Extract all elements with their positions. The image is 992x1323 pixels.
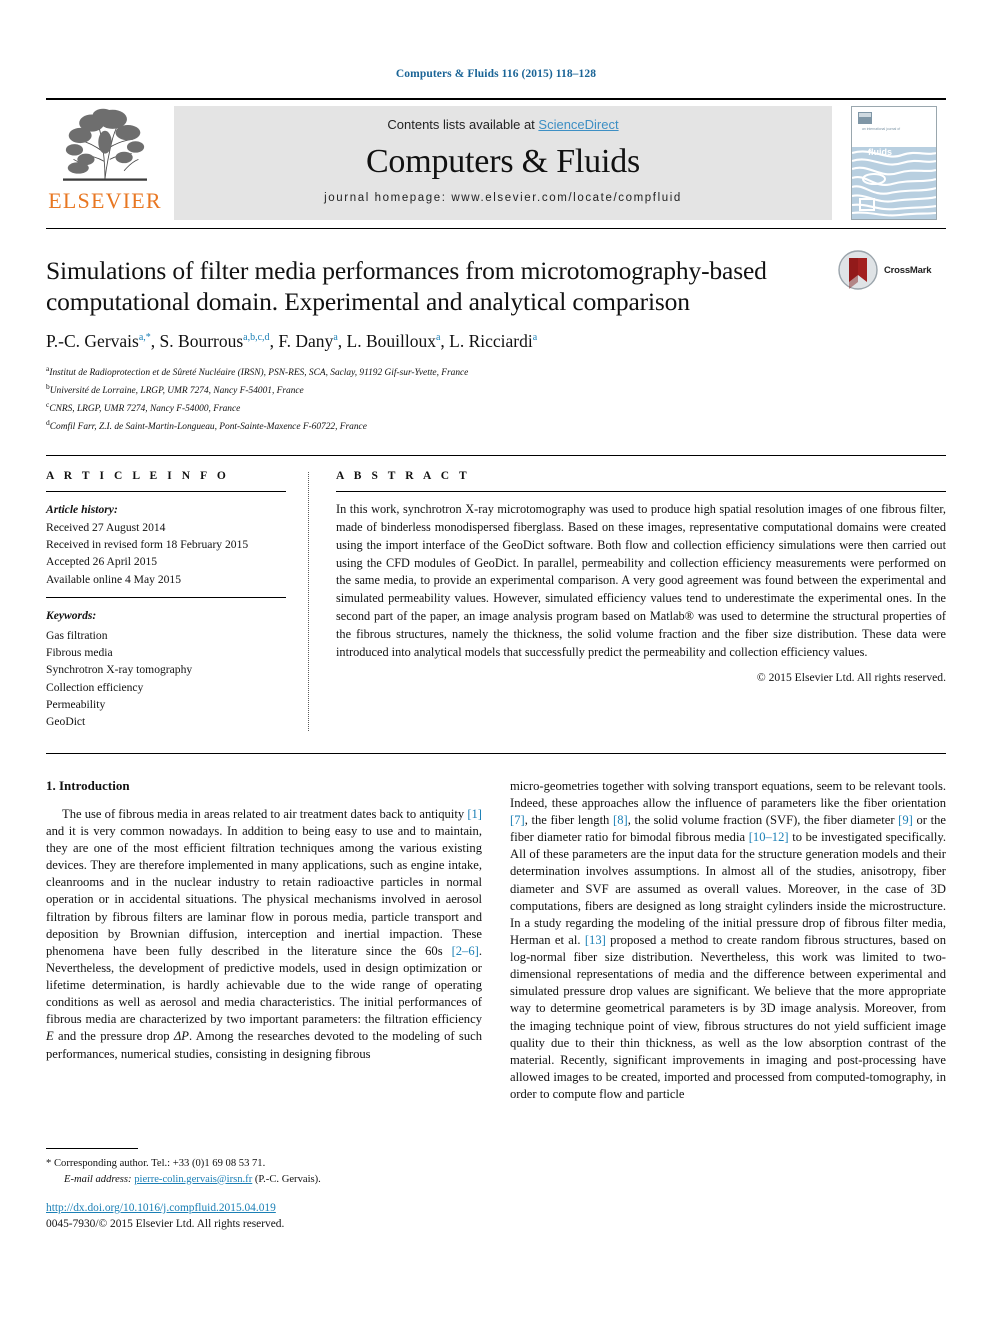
- elsevier-tree-icon: [63, 108, 147, 181]
- affiliation-text: Institut de Radioprotection et de Sûreté…: [49, 368, 469, 379]
- email-note: E-mail address: pierre-colin.gervais@irs…: [46, 1172, 482, 1187]
- crossmark-label: CrossMark: [884, 264, 932, 276]
- intro-paragraph-left: The use of fibrous media in areas relate…: [46, 806, 482, 1061]
- email-label: E-mail address:: [64, 1173, 132, 1185]
- email-owner: (P.-C. Gervais).: [254, 1173, 321, 1185]
- article-history-item: Accepted 26 April 2015: [46, 555, 158, 569]
- section-heading-introduction: 1. Introduction: [46, 777, 130, 793]
- running-head: Computers & Fluids 116 (2015) 118–128: [395, 68, 597, 80]
- affiliation-item: bUniversité de Lorraine, LRGP, UMR 7274,…: [46, 381, 946, 399]
- body-column-left: 1. Introduction The use of fibrous media…: [46, 778, 482, 1233]
- citation-ref[interactable]: [1]: [467, 807, 482, 821]
- journal-cover-image: an international journal of computers & …: [851, 106, 937, 220]
- keywords-list: Gas filtration Fibrous media Synchrotron X…: [46, 627, 286, 731]
- body-columns: 1. Introduction The use of fibrous media…: [46, 754, 946, 1233]
- article-info-heading: A R T I C L E I N F O: [46, 470, 230, 483]
- footnote-rule: [46, 1148, 138, 1150]
- keywords-label: Keywords:: [46, 609, 97, 623]
- author-name: P.-C. Gervais: [46, 331, 139, 352]
- author-name: S. Bourrous: [159, 331, 244, 352]
- affiliation-item: cCNRS, LRGP, UMR 7274, Nancy F-54000, Fr…: [46, 399, 946, 417]
- abstract-column: A B S T R A C T In this work, synchrotro…: [310, 470, 946, 731]
- crossmark-icon: [838, 250, 878, 290]
- email-link[interactable]: pierre-colin.gervais@irsn.fr: [134, 1174, 252, 1185]
- svg-text:&: &: [862, 142, 867, 149]
- author-affiliation-mark: a: [532, 332, 538, 344]
- footnote-block: * Corresponding author. Tel.: +33 (0)1 6…: [46, 1148, 482, 1233]
- author-affiliation-mark: a: [435, 332, 441, 344]
- keyword-item: Fibrous media: [46, 645, 113, 659]
- symbol-E: E: [46, 1029, 54, 1044]
- author-affiliation-mark: a,b,c,d: [243, 332, 270, 344]
- corresponding-author-note: * Corresponding author. Tel.: +33 (0)1 6…: [46, 1156, 482, 1171]
- svg-text:computers: computers: [862, 131, 908, 141]
- keyword-item: Collection efficiency: [46, 680, 144, 694]
- keyword-item: Gas filtration: [46, 628, 108, 642]
- abstract-heading: A B S T R A C T: [336, 470, 471, 483]
- page-title: Simulations of filter media performances…: [46, 256, 767, 317]
- sciencedirect-band: Contents lists available at ScienceDirec…: [174, 106, 832, 220]
- article-info-rule: [46, 491, 286, 493]
- citation-ref[interactable]: [7]: [510, 813, 525, 827]
- article-history-item: Received 27 August 2014: [46, 520, 166, 534]
- elsevier-logo: ELSEVIER: [46, 100, 164, 226]
- cover-artwork-icon: an international journal of computers & …: [852, 107, 936, 219]
- affiliation-list: aInstitut de Radioprotection et de Sûret…: [46, 363, 946, 435]
- keyword-item: GeoDict: [46, 715, 86, 729]
- author-name: L. Bouilloux: [346, 331, 436, 352]
- doi-link[interactable]: http://dx.doi.org/10.1016/j.compfluid.20…: [46, 1201, 482, 1217]
- citation-ref[interactable]: [13]: [585, 933, 606, 947]
- article-history-item: Received in revised form 18 February 201…: [46, 537, 249, 551]
- contents-available-line: Contents lists available at ScienceDirec…: [387, 117, 618, 132]
- intro-paragraph-right: micro-geometries together with solving t…: [510, 778, 946, 1102]
- title-block: CrossMark Simulations of filter media pe…: [46, 229, 946, 435]
- affiliation-item: aInstitut de Radioprotection et de Sûret…: [46, 363, 946, 381]
- abstract-rule: [336, 491, 946, 493]
- svg-text:fluids: fluids: [868, 147, 892, 157]
- info-abstract-section: A R T I C L E I N F O Article history: R…: [46, 456, 946, 731]
- article-history-item: Available online 4 May 2015: [46, 572, 182, 586]
- affiliation-text: CNRS, LRGP, UMR 7274, Nancy F-54000, Fra…: [49, 404, 241, 415]
- contents-text: Contents lists available at: [387, 117, 539, 132]
- doi-block: http://dx.doi.org/10.1016/j.compfluid.20…: [46, 1201, 482, 1233]
- sciencedirect-link[interactable]: ScienceDirect: [538, 117, 618, 132]
- article-info-column: A R T I C L E I N F O Article history: R…: [46, 470, 308, 731]
- citation-ref[interactable]: [10–12]: [749, 830, 789, 844]
- issn-copyright-line: 0045-7930/© 2015 Elsevier Ltd. All right…: [46, 1217, 285, 1230]
- citation-ref[interactable]: [9]: [898, 813, 913, 827]
- crossmark-badge[interactable]: CrossMark: [838, 247, 946, 293]
- corresponding-text: Corresponding author. Tel.: +33 (0)1 69 …: [53, 1158, 266, 1170]
- affiliation-item: dComfil Farr, Z.I. de Saint-Martin-Longu…: [46, 417, 946, 435]
- journal-title: Computers & Fluids: [365, 143, 641, 180]
- journal-cover-thumbnail: an international journal of computers & …: [842, 100, 946, 226]
- article-history-label: Article history:: [46, 503, 118, 517]
- journal-masthead: ELSEVIER Contents lists available at Sci…: [46, 100, 946, 226]
- journal-homepage-line[interactable]: journal homepage: www.elsevier.com/locat…: [324, 192, 682, 204]
- author-affiliation-mark: a,*: [138, 332, 151, 344]
- abstract-copyright: © 2015 Elsevier Ltd. All rights reserved…: [756, 670, 946, 684]
- corresponding-mark: *: [46, 1158, 52, 1170]
- affiliation-text: Université de Lorraine, LRGP, UMR 7274, …: [49, 386, 304, 397]
- author-affiliation-mark: a: [333, 332, 338, 344]
- article-history-list: Received 27 August 2014 Received in revis…: [46, 519, 286, 589]
- keywords-rule: [46, 597, 286, 599]
- citation-ref[interactable]: [8]: [613, 813, 628, 827]
- elsevier-wordmark: ELSEVIER: [48, 188, 162, 213]
- citation-ref[interactable]: [2–6]: [452, 944, 479, 958]
- keyword-item: Permeability: [46, 698, 106, 712]
- author-name: L. Ricciardi: [449, 331, 533, 352]
- paper-page: Computers & Fluids 116 (2015) 118–128 EL…: [0, 0, 992, 1323]
- symbol-deltaP: ΔP: [173, 1029, 189, 1044]
- body-column-right: micro-geometries together with solving t…: [510, 778, 946, 1233]
- abstract-text: In this work, synchrotron X-ray microtom…: [336, 502, 946, 659]
- author-list: P.-C. Gervaisa,*, S. Bourrousa,b,c,d, F.…: [46, 331, 538, 352]
- affiliation-text: Comfil Farr, Z.I. de Saint-Martin-Longue…: [49, 422, 367, 433]
- keyword-item: Synchrotron X-ray tomography: [46, 663, 193, 677]
- author-name: F. Dany: [278, 331, 334, 352]
